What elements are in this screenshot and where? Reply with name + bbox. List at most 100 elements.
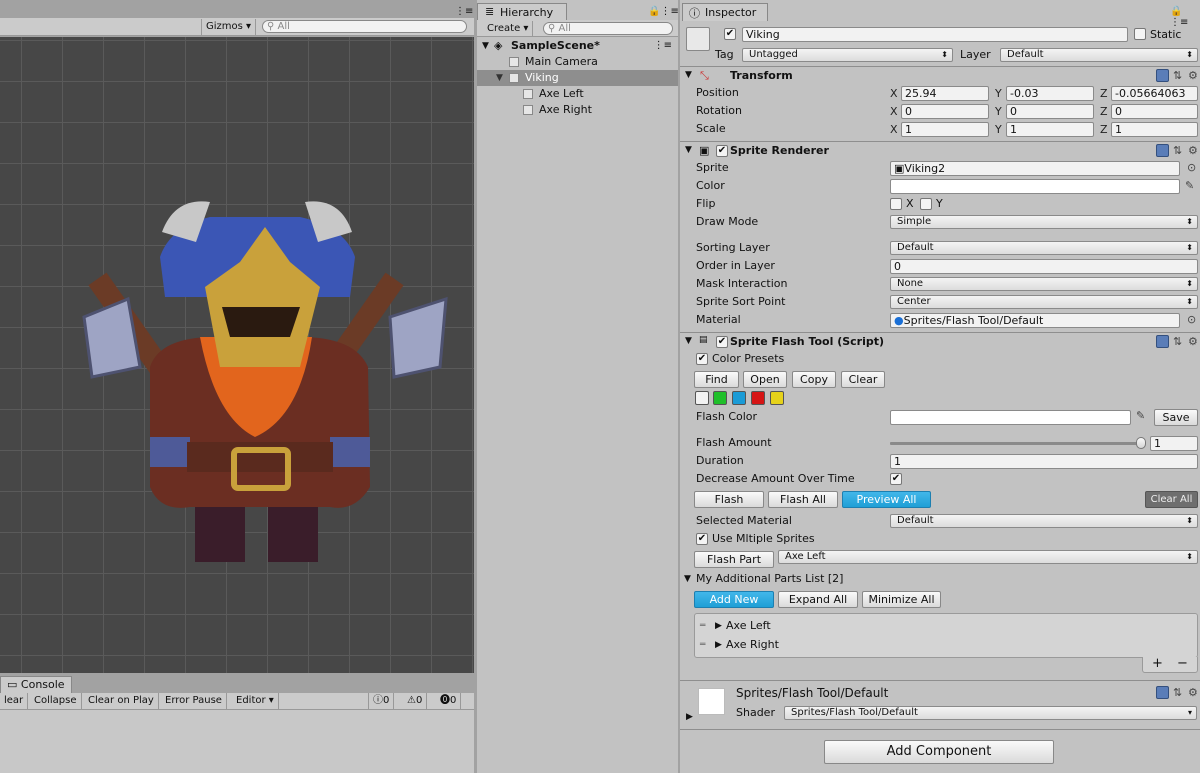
context-menu-icon[interactable]: ⚙	[1188, 144, 1198, 158]
preview-all-button[interactable]: Preview All	[842, 491, 931, 508]
flash-tool-enabled-checkbox[interactable]: ✔	[716, 336, 728, 348]
object-name-field[interactable]: Viking	[742, 27, 1128, 42]
flash-amount-field[interactable]: 1	[1150, 436, 1198, 451]
duration-field[interactable]: 1	[890, 454, 1198, 469]
flash-part-dropdown[interactable]: Axe Left ⬍	[778, 550, 1198, 564]
rotation-y-field[interactable]: 0	[1006, 104, 1094, 119]
lock-icon[interactable]: 🔒⋮≡	[648, 6, 679, 17]
error-count-toggle[interactable]: ⓿0	[436, 693, 462, 710]
collapse-button[interactable]: Collapse	[30, 693, 82, 710]
warning-count-toggle[interactable]: ⚠0	[403, 693, 428, 710]
minimize-all-button[interactable]: Minimize All	[862, 591, 941, 608]
context-menu-icon[interactable]: ⚙	[1188, 335, 1198, 349]
selected-material-dropdown[interactable]: Default ⬍	[890, 514, 1198, 528]
scene-view[interactable]	[0, 37, 474, 673]
expand-arrow-icon[interactable]: ▶	[715, 618, 722, 634]
save-button[interactable]: Save	[1154, 409, 1198, 426]
expand-arrow-icon[interactable]: ▼	[496, 70, 503, 86]
position-z-field[interactable]: -0.05664063	[1111, 86, 1198, 101]
decrease-amount-checkbox[interactable]: ✔	[890, 473, 902, 485]
settings-icon[interactable]: ⇅	[1173, 69, 1182, 83]
settings-icon[interactable]: ⇅	[1173, 144, 1182, 158]
help-icon[interactable]	[1156, 686, 1169, 699]
flash-amount-slider-track[interactable]	[890, 442, 1142, 445]
help-icon[interactable]	[1156, 335, 1169, 348]
hierarchy-item-axe-left[interactable]: Axe Left	[477, 86, 678, 102]
help-icon[interactable]	[1156, 144, 1169, 157]
parts-list-expand-arrow-icon[interactable]: ▼	[684, 571, 691, 587]
add-new-button[interactable]: Add New	[694, 591, 774, 608]
position-y-field[interactable]: -0.03	[1006, 86, 1094, 101]
tab-inspector[interactable]: ⓘ Inspector	[682, 3, 768, 21]
position-x-field[interactable]: 25.94	[901, 86, 989, 101]
clear-on-play-button[interactable]: Clear on Play	[84, 693, 159, 710]
static-checkbox[interactable]	[1134, 28, 1146, 40]
panel-menu-icon[interactable]: ⋮≡	[455, 6, 473, 17]
hierarchy-item-viking[interactable]: ▼ Viking	[477, 70, 678, 86]
flash-button[interactable]: Flash	[694, 491, 764, 508]
flip-y-checkbox[interactable]	[920, 198, 932, 210]
active-checkbox[interactable]: ✔	[724, 28, 736, 40]
scale-x-field[interactable]: 1	[901, 122, 989, 137]
error-pause-button[interactable]: Error Pause	[161, 693, 227, 710]
add-item-icon[interactable]: +	[1152, 657, 1163, 671]
use-multiple-sprites-checkbox[interactable]: ✔	[696, 533, 708, 545]
copy-button[interactable]: Copy	[792, 371, 836, 388]
mask-interaction-dropdown[interactable]: None ⬍	[890, 277, 1198, 291]
hierarchy-item-axe-right[interactable]: Axe Right	[477, 102, 678, 118]
collapse-arrow-icon[interactable]: ▼	[685, 70, 692, 80]
expand-arrow-icon[interactable]: ▼	[482, 38, 489, 54]
shader-dropdown[interactable]: Sprites/Flash Tool/Default ▾	[784, 706, 1197, 720]
editor-dropdown[interactable]: Editor ▾	[232, 693, 279, 710]
rotation-x-field[interactable]: 0	[901, 104, 989, 119]
preset-color-swatch[interactable]	[695, 391, 709, 405]
preset-color-swatch[interactable]	[732, 391, 746, 405]
clear-button[interactable]: Clear	[841, 371, 885, 388]
material-object-field[interactable]: ●Sprites/Flash Tool/Default	[890, 313, 1180, 328]
scene-menu-icon[interactable]: ⋮≡	[654, 38, 672, 54]
hierarchy-item-main-camera[interactable]: Main Camera	[477, 54, 678, 70]
create-dropdown[interactable]: Create ▾	[483, 21, 534, 37]
info-count-toggle[interactable]: ⓘ0	[368, 693, 395, 710]
lock-icon[interactable]: 🔒⋮≡	[1170, 6, 1200, 28]
expand-arrow-icon[interactable]: ▶	[715, 637, 722, 653]
tab-hierarchy[interactable]: ≣ Hierarchy	[477, 3, 567, 21]
settings-icon[interactable]: ⇅	[1173, 686, 1182, 700]
flash-tool-header[interactable]: ▼ ▤ ✔ Sprite Flash Tool (Script) ⇅ ⚙	[680, 334, 1200, 352]
object-picker-icon[interactable]: ⊙	[1187, 313, 1196, 327]
remove-item-icon[interactable]: −	[1177, 657, 1188, 671]
tag-dropdown[interactable]: Untagged ⬍	[742, 48, 953, 62]
find-button[interactable]: Find	[694, 371, 739, 388]
sorting-layer-dropdown[interactable]: Default ⬍	[890, 241, 1198, 255]
eyedropper-icon[interactable]: ✎	[1185, 179, 1194, 193]
context-menu-icon[interactable]: ⚙	[1188, 69, 1198, 83]
clear-all-button[interactable]: Clear All	[1145, 491, 1198, 508]
sprite-renderer-enabled-checkbox[interactable]: ✔	[716, 145, 728, 157]
console-log-area[interactable]	[0, 710, 474, 773]
add-component-button[interactable]: Add Component	[824, 740, 1054, 764]
color-field[interactable]	[890, 179, 1180, 194]
sprite-object-field[interactable]: ▣Viking2	[890, 161, 1180, 176]
sprite-sort-point-dropdown[interactable]: Center ⬍	[890, 295, 1198, 309]
flip-x-checkbox[interactable]	[890, 198, 902, 210]
expand-all-button[interactable]: Expand All	[778, 591, 858, 608]
parts-list-item-label[interactable]: Axe Left	[726, 618, 771, 634]
settings-icon[interactable]: ⇅	[1173, 335, 1182, 349]
preset-color-swatch[interactable]	[713, 391, 727, 405]
preset-color-swatch[interactable]	[770, 391, 784, 405]
rotation-z-field[interactable]: 0	[1111, 104, 1198, 119]
parts-list-item-label[interactable]: Axe Right	[726, 637, 779, 653]
object-picker-icon[interactable]: ⊙	[1187, 161, 1196, 175]
flash-part-button[interactable]: Flash Part	[694, 551, 774, 568]
transform-header[interactable]: ▼ ⤡ Transform ⇅ ⚙	[680, 68, 1200, 86]
color-presets-checkbox[interactable]: ✔	[696, 353, 708, 365]
scene-search-input[interactable]: ⚲ All	[262, 20, 467, 33]
clear-button[interactable]: lear	[0, 693, 29, 710]
eyedropper-icon[interactable]: ✎	[1136, 409, 1145, 423]
scene-root-row[interactable]: ▼ ◈ SampleScene* ⋮≡	[477, 38, 678, 54]
preset-color-swatch[interactable]	[751, 391, 765, 405]
collapse-arrow-icon[interactable]: ▼	[685, 145, 692, 155]
gizmos-dropdown[interactable]: Gizmos ▾	[201, 19, 257, 35]
flash-all-button[interactable]: Flash All	[768, 491, 838, 508]
open-button[interactable]: Open	[743, 371, 787, 388]
